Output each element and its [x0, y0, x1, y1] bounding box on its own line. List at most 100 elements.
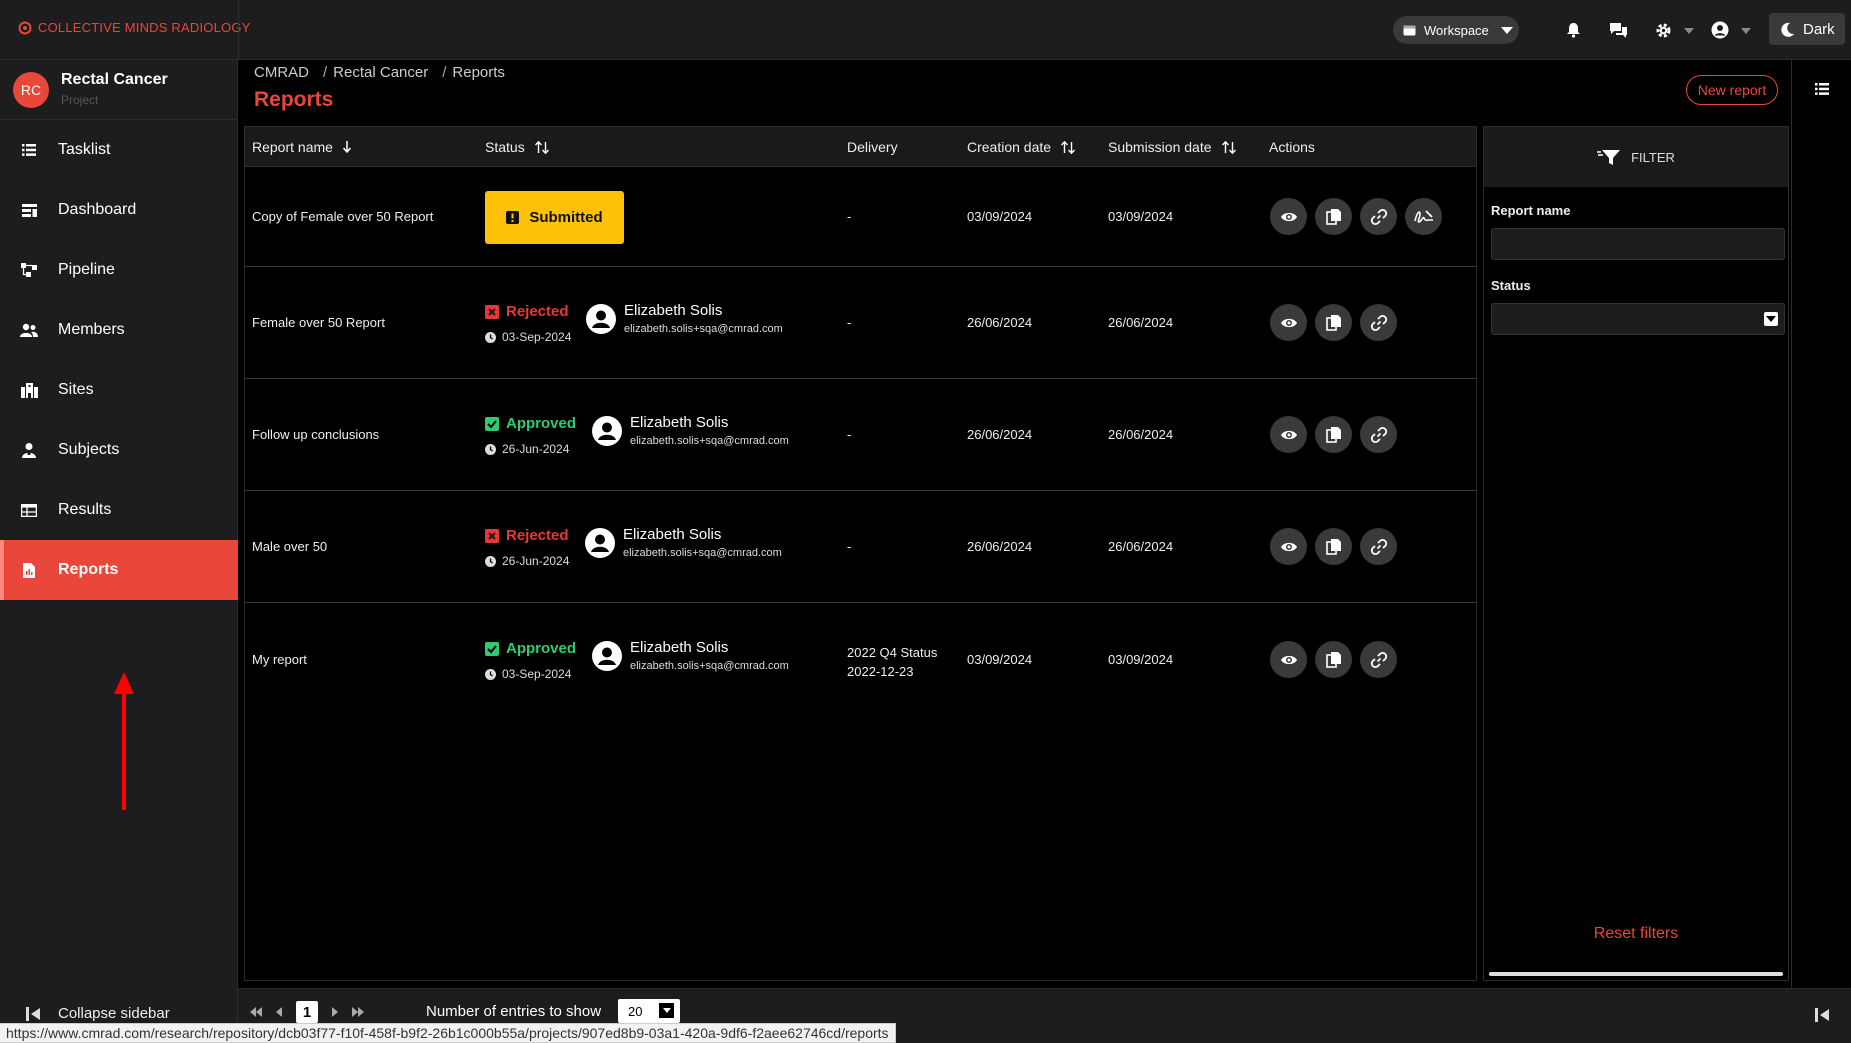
submission-date: 26/06/2024 [1108, 315, 1174, 330]
first-page-icon[interactable] [250, 1007, 262, 1017]
brand-logo[interactable]: COLLECTIVE MINDS RADIOLOGY [18, 20, 251, 35]
column-header-status[interactable]: Status [485, 139, 549, 155]
column-header-submission-date[interactable]: Submission date [1108, 139, 1236, 155]
breadcrumb-separator: / [323, 64, 328, 81]
report-name[interactable]: My report [252, 652, 307, 667]
status-rejected: Rejected [485, 527, 569, 544]
filter-status-label: Status [1491, 278, 1531, 293]
link-icon[interactable] [1360, 528, 1397, 565]
view-icon[interactable] [1270, 528, 1307, 565]
breadcrumb-item[interactable]: Rectal Cancer [333, 64, 428, 81]
sidebar-item-tasklist[interactable]: Tasklist [0, 120, 238, 180]
project-name: Rectal Cancer [61, 71, 168, 88]
sidebar-item-pipeline[interactable]: Pipeline [0, 240, 238, 300]
row-actions [1270, 641, 1397, 678]
theme-label: Dark [1803, 20, 1835, 38]
sidebar-item-dashboard[interactable]: Dashboard [0, 180, 238, 240]
view-icon[interactable] [1270, 416, 1307, 453]
sidebar: RC Rectal Cancer Project Tasklist Dashbo… [0, 60, 238, 1043]
sidebar-item-members[interactable]: Members [0, 300, 238, 360]
pagination: 1 [250, 1001, 364, 1023]
workspace-button[interactable]: Workspace [1393, 16, 1519, 44]
link-icon[interactable] [1360, 198, 1397, 235]
report-name[interactable]: Follow up conclusions [252, 427, 379, 442]
current-page[interactable]: 1 [296, 1001, 318, 1023]
collapse-sidebar-button[interactable]: Collapse sidebar [26, 1005, 170, 1022]
view-icon[interactable] [1270, 641, 1307, 678]
status-bar-url: https://www.cmrad.com/research/repositor… [0, 1023, 896, 1043]
view-icon[interactable] [1270, 304, 1307, 341]
sidebar-item-label: Results [58, 501, 112, 518]
duplicate-icon[interactable] [1315, 641, 1352, 678]
report-name-filter-input[interactable] [1491, 228, 1785, 260]
creation-date: 26/06/2024 [967, 315, 1033, 330]
duplicate-icon[interactable] [1315, 528, 1352, 565]
table-row[interactable]: Copy of Female over 50 Report Submitted … [245, 168, 1476, 267]
sidebar-item-sites[interactable]: Sites [0, 360, 238, 420]
chat-icon[interactable] [1607, 19, 1629, 41]
gear-icon[interactable] [1652, 19, 1674, 41]
reviewer: Elizabeth Solis elizabeth.solis+sqa@cmrad… [586, 302, 783, 335]
table-row[interactable]: Male over 50 Rejected 26-Jun-2024 Elizab… [245, 492, 1476, 603]
submission-date: 03/09/2024 [1108, 209, 1174, 224]
dashboard-icon [20, 201, 38, 219]
duplicate-icon[interactable] [1315, 304, 1352, 341]
project-avatar: RC [13, 72, 49, 108]
column-header-report-name[interactable]: Report name [252, 139, 351, 155]
previous-page-icon[interactable] [276, 1007, 282, 1017]
report-name[interactable]: Female over 50 Report [252, 315, 385, 330]
settings-caret-icon[interactable] [1684, 28, 1694, 34]
user-account-icon[interactable] [1709, 19, 1731, 41]
theme-toggle-button[interactable]: Dark [1769, 13, 1845, 45]
sort-icon [1061, 140, 1076, 154]
table-row[interactable]: Female over 50 Report Rejected 03-Sep-20… [245, 268, 1476, 379]
moon-icon [1781, 22, 1794, 37]
status-date-value: 03-Sep-2024 [502, 330, 572, 344]
creation-date: 03/09/2024 [967, 652, 1033, 667]
column-header-label: Creation date [967, 139, 1052, 155]
sidebar-item-label: Members [58, 321, 125, 338]
sidebar-item-label: Dashboard [58, 201, 137, 218]
list-toggle-icon[interactable] [1815, 82, 1829, 99]
view-icon[interactable] [1270, 198, 1307, 235]
row-actions [1270, 304, 1397, 341]
row-actions [1270, 528, 1397, 565]
breadcrumb-item[interactable]: CMRAD [254, 64, 309, 81]
last-page-icon[interactable] [352, 1007, 364, 1017]
column-header-creation-date[interactable]: Creation date [967, 139, 1076, 155]
breadcrumb-separator: / [442, 64, 447, 81]
table-row[interactable]: My report Approved 03-Sep-2024 Elizabeth… [245, 604, 1476, 715]
new-report-button[interactable]: New report [1686, 75, 1778, 105]
link-icon[interactable] [1360, 304, 1397, 341]
project-header[interactable]: RC Rectal Cancer Project [0, 60, 238, 120]
chevron-down-icon [659, 1003, 674, 1018]
collapse-right-panel-icon[interactable] [1815, 1008, 1831, 1026]
entries-value: 20 [628, 1003, 643, 1019]
signature-icon[interactable] [1405, 198, 1442, 235]
link-icon[interactable] [1360, 416, 1397, 453]
filter-scrollbar[interactable] [1489, 972, 1783, 976]
account-caret-icon[interactable] [1741, 28, 1751, 34]
link-icon[interactable] [1360, 641, 1397, 678]
sidebar-item-results[interactable]: Results [0, 480, 238, 540]
duplicate-icon[interactable] [1315, 198, 1352, 235]
app-root: COLLECTIVE MINDS RADIOLOGY Workspace Dar… [0, 0, 1851, 1043]
duplicate-icon[interactable] [1315, 416, 1352, 453]
clock-icon [485, 331, 496, 343]
submission-date: 26/06/2024 [1108, 427, 1174, 442]
sidebar-item-reports[interactable]: Reports [0, 540, 238, 600]
next-page-icon[interactable] [332, 1007, 338, 1017]
report-name[interactable]: Copy of Female over 50 Report [252, 209, 433, 224]
report-name[interactable]: Male over 50 [252, 539, 327, 554]
table-row[interactable]: Follow up conclusions Approved 26-Jun-20… [245, 380, 1476, 491]
filter-report-name-label: Report name [1491, 203, 1571, 218]
sidebar-item-subjects[interactable]: Subjects [0, 420, 238, 480]
sort-icon [534, 140, 549, 154]
reset-filters-link[interactable]: Reset filters [1484, 925, 1788, 943]
bell-icon[interactable] [1562, 19, 1584, 41]
status-approved: Approved [485, 415, 576, 432]
status-filter-select[interactable] [1491, 303, 1785, 335]
column-header-actions: Actions [1269, 139, 1315, 155]
entries-select[interactable]: 20 [618, 999, 680, 1023]
collapse-icon [26, 1006, 40, 1021]
